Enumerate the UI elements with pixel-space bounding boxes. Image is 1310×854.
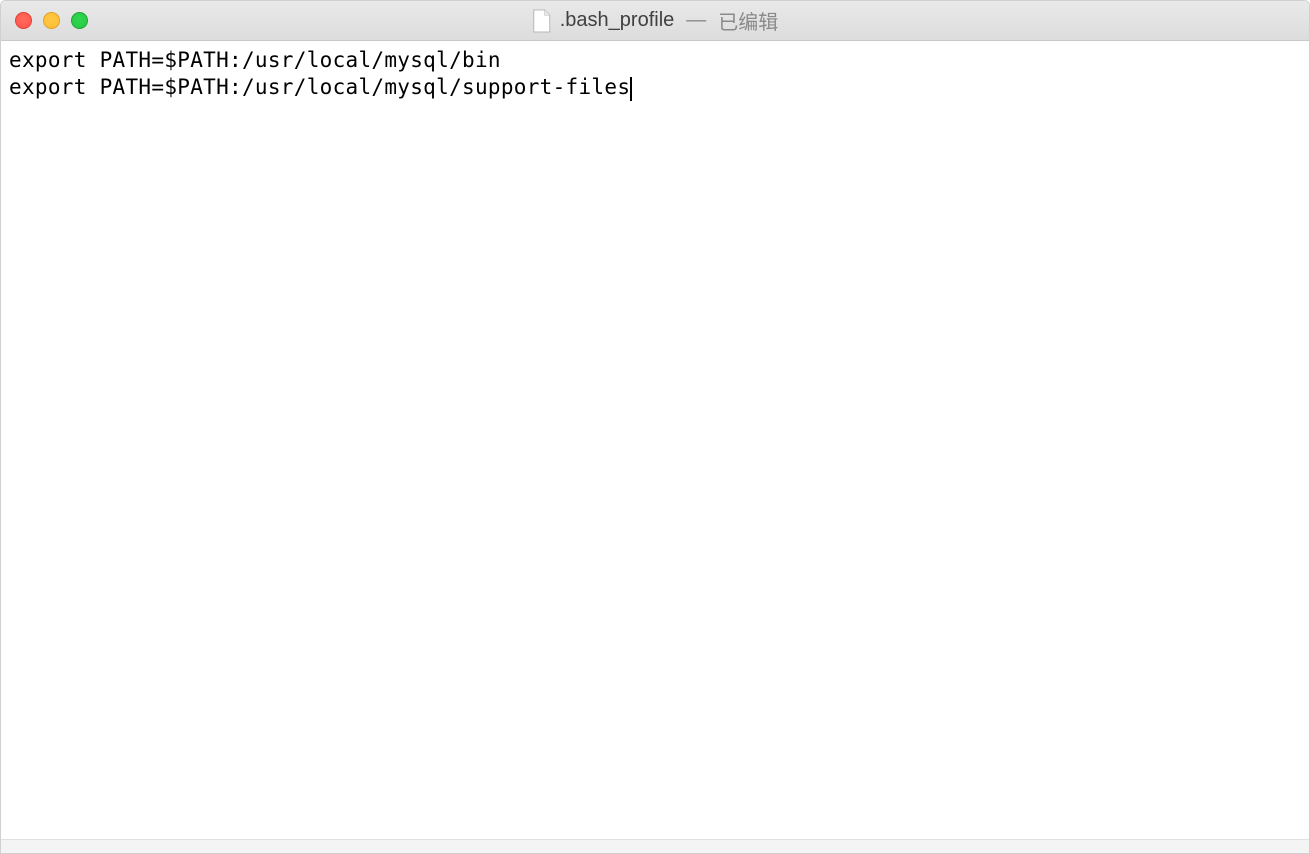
text-cursor <box>630 77 632 101</box>
maximize-icon[interactable] <box>71 12 88 29</box>
minimize-icon[interactable] <box>43 12 60 29</box>
traffic-lights <box>15 12 88 29</box>
bottom-bar <box>1 839 1309 853</box>
document-icon <box>532 9 552 33</box>
title-separator: — <box>686 9 706 32</box>
editor-content[interactable]: export PATH=$PATH:/usr/local/mysql/bin e… <box>9 47 1301 102</box>
file-name: .bash_profile <box>560 9 675 32</box>
editor-line-2[interactable]: export PATH=$PATH:/usr/local/mysql/suppo… <box>9 75 630 99</box>
text-editor-window: .bash_profile — 已编辑 export PATH=$PATH:/u… <box>0 0 1310 854</box>
editor-area[interactable]: export PATH=$PATH:/usr/local/mysql/bin e… <box>1 41 1309 839</box>
editor-line-1[interactable]: export PATH=$PATH:/usr/local/mysql/bin <box>9 48 501 72</box>
window-titlebar[interactable]: .bash_profile — 已编辑 <box>1 1 1309 41</box>
edit-status: 已编辑 <box>718 6 778 35</box>
window-title: .bash_profile — 已编辑 <box>532 6 779 35</box>
close-icon[interactable] <box>15 12 32 29</box>
